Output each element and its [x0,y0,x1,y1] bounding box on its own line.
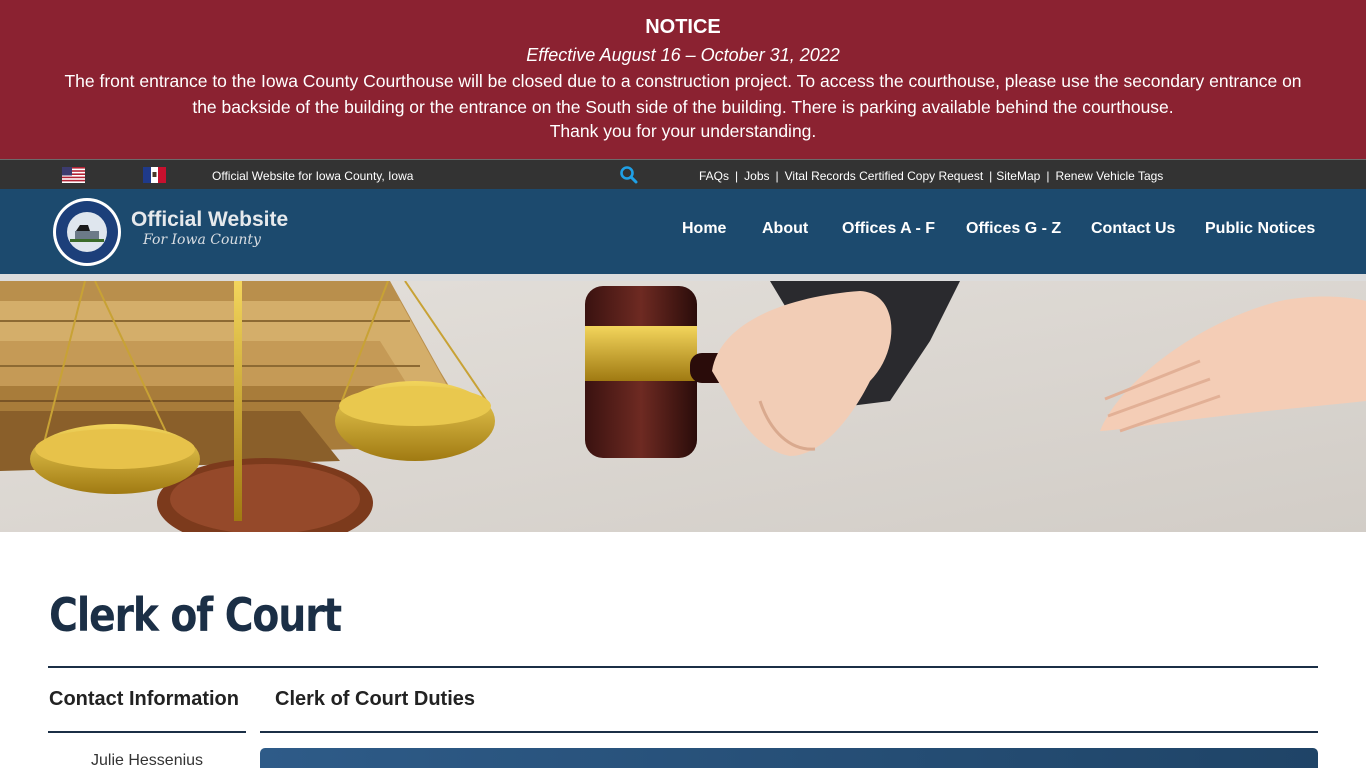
page-title: Clerk of Court [49,588,342,642]
nav-offices-g-z[interactable]: Offices G - Z [966,220,1061,238]
utility-link-vital-records[interactable]: Vital Records Certified Copy Request [785,169,984,183]
utility-bar: Official Website for Iowa County, Iowa F… [0,159,1366,189]
utility-link-jobs[interactable]: Jobs [744,169,769,183]
nav-public-notices[interactable]: Public Notices [1205,220,1315,238]
hero-banner-image [0,281,1366,532]
utility-separator: | [1046,169,1050,183]
main-heading: Clerk of Court Duties [275,688,476,710]
title-divider [48,666,1318,668]
notice-dates: Effective August 16 – October 31, 2022 [526,45,840,65]
main-divider [260,731,1318,733]
sidebar-divider [48,731,246,733]
sidebar-heading: Contact Information [49,688,239,710]
notice-thanks: Thank you for your understanding. [549,121,817,141]
courtroom-gavel-scales-image [0,281,1366,532]
utility-link-renew-vehicle-tags[interactable]: Renew Vehicle Tags [1055,169,1163,183]
nav-contact-us[interactable]: Contact Us [1091,220,1175,238]
us-flag-icon[interactable] [62,167,85,183]
nav-about[interactable]: About [762,220,808,238]
notice-body: The front entrance to the Iowa County Co… [64,71,1302,117]
notice-title: NOTICE [645,16,721,38]
search-icon[interactable] [619,165,639,185]
utility-tagline: Official Website for Iowa County, Iowa [212,169,414,183]
contact-name: Julie Hessenius [91,752,204,768]
iowa-flag-icon[interactable] [143,167,166,183]
utility-separator: | [989,169,993,183]
utility-link-faqs[interactable]: FAQs [699,169,729,183]
nav-home[interactable]: Home [682,220,726,238]
site-header: Official Website For Iowa County Home Ab… [0,189,1366,274]
utility-separator: | [775,169,779,183]
utility-links: FAQs | Jobs | Vital Records Certified Copy R… [699,169,1163,183]
main-nav: Home About Offices A - F Offices G - Z C… [0,220,1366,240]
nav-offices-a-f[interactable]: Offices A - F [842,220,935,238]
utility-link-sitemap[interactable]: SiteMap [996,169,1040,183]
header-divider [0,274,1366,281]
notice-banner: NOTICE Effective August 16 – October 31,… [0,0,1366,159]
utility-separator: | [735,169,739,183]
duties-panel [260,748,1318,768]
